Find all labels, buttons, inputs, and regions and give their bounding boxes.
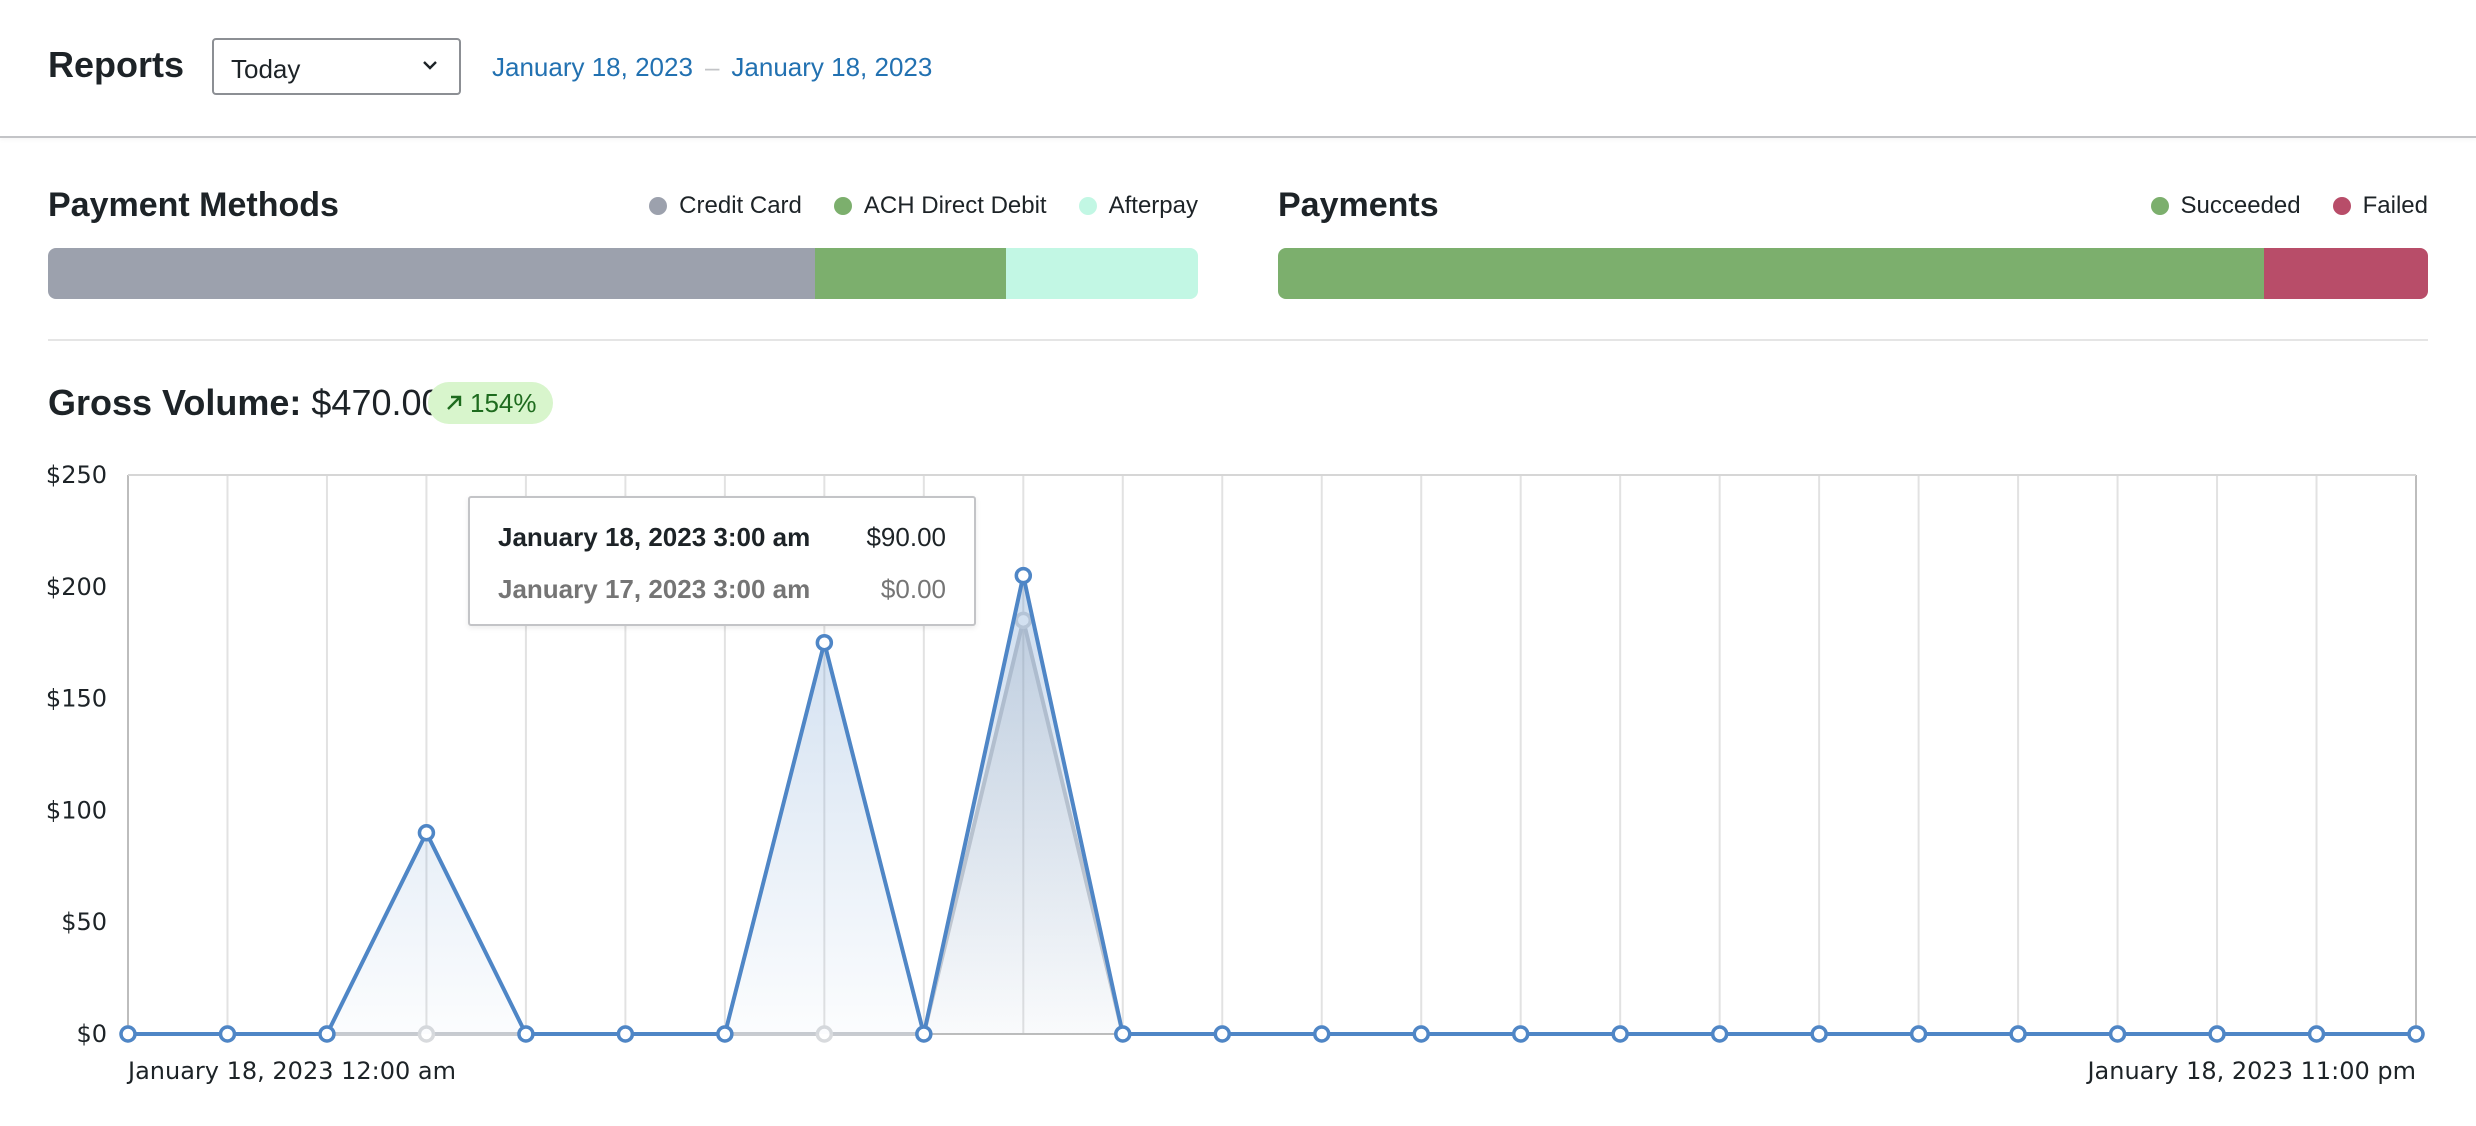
bar-segment[interactable] [1005,248,1198,299]
data-point[interactable] [218,1025,237,1043]
tooltip-previous-date: January 17, 2023 3:00 am [498,574,811,604]
data-point[interactable] [1909,1025,1928,1043]
legend-item: Failed [2332,192,2428,220]
tooltip-current-row: January 18, 2023 3:00 am $90.00 [498,522,946,553]
data-point[interactable] [2407,1025,2425,1043]
data-point[interactable] [616,1025,635,1043]
tooltip-previous-value: $0.00 [880,574,946,604]
date-range: January 18, 2023– January 18, 2023 [492,52,932,83]
legend-dot-icon [1078,197,1097,215]
date-start-link[interactable]: January 18, 2023 [492,52,693,82]
y-tick-label: $250 [46,461,107,489]
data-point[interactable] [517,1025,535,1043]
chart-tooltip: January 18, 2023 3:00 am $90.00 January … [468,496,976,626]
data-point[interactable] [1511,1025,1530,1043]
payments-bar [1278,248,2428,299]
bar-segment[interactable] [48,248,816,299]
legend-label: Credit Card [679,192,802,219]
chevron-down-icon [423,61,437,70]
tooltip-current-date: January 18, 2023 3:00 am [498,522,811,552]
legend-item: ACH Direct Debit [833,192,1047,220]
date-range-select[interactable]: Today [212,38,461,95]
legend-dot-icon [649,197,668,215]
data-point[interactable] [2307,1025,2326,1043]
gross-volume-chart: $0 $50 $100 $150 $200 $250 January 18, 2023 1… [46,461,2425,1085]
legend-label: Succeeded [2180,192,2301,219]
legend-label: Afterpay [1108,192,1198,219]
payments-title: Payments [1278,186,1439,224]
x-axis-start-label: January 18, 2023 12:00 am [126,1057,456,1085]
y-tick-label: $200 [46,573,107,601]
data-point[interactable] [2208,1025,2226,1043]
change-badge: 154% [428,382,553,424]
y-tick-label: $50 [61,908,107,936]
x-axis-end-label: January 18, 2023 11:00 pm [2085,1057,2416,1085]
payments-legend: Succeeded Failed [2150,192,2428,220]
date-range-select-value: Today [231,54,301,84]
payment-methods-legend: Credit Card ACH Direct Debit Afterpay [649,192,1198,220]
legend-item: Succeeded [2150,192,2301,220]
data-point[interactable] [815,633,834,652]
arrow-up-right-icon [447,395,462,410]
y-tick-label: $150 [46,685,107,713]
data-point[interactable] [716,1025,734,1043]
data-point[interactable] [1114,1025,1132,1043]
tooltip-previous-row: January 17, 2023 3:00 am $0.00 [498,574,946,605]
data-point[interactable] [1014,566,1033,585]
tooltip-current-value: $90.00 [866,522,946,552]
gross-volume-heading: Gross Volume: $470.00 [48,382,442,424]
reports-header: Reports Today January 18, 2023– January 1… [0,0,2476,138]
date-end-link[interactable]: January 18, 2023 [731,52,932,82]
bar-segment[interactable] [1278,248,2264,299]
legend-dot-icon [833,197,852,215]
bar-segment[interactable] [2263,248,2428,299]
data-point[interactable] [1810,1025,1828,1043]
data-point[interactable] [119,1025,137,1043]
change-percent: 154% [470,387,537,418]
data-point[interactable] [1412,1025,1430,1043]
page-title: Reports [48,44,185,85]
data-point[interactable] [1312,1025,1331,1043]
data-point[interactable] [417,824,436,842]
gross-volume-value: $470.00 [311,382,442,423]
gross-volume-label: Gross Volume: [48,382,302,423]
payment-methods-bar [48,248,1198,299]
data-point[interactable] [318,1025,336,1043]
bar-segment[interactable] [815,248,1006,299]
y-tick-label: $0 [76,1020,107,1048]
legend-label: Failed [2362,192,2428,219]
legend-label: ACH Direct Debit [863,192,1047,219]
legend-item: Afterpay [1078,192,1198,220]
data-point[interactable] [915,1025,933,1043]
data-point[interactable] [2009,1025,2027,1043]
data-point[interactable] [1213,1025,1232,1043]
section-divider [48,339,2428,341]
legend-dot-icon [2150,197,2169,215]
data-point[interactable] [1710,1025,1729,1043]
payment-methods-title: Payment Methods [48,186,339,224]
legend-item: Credit Card [649,192,802,220]
data-point[interactable] [2108,1025,2127,1043]
date-separator: – [704,52,720,82]
series-area-current [128,575,2416,1034]
data-point[interactable] [1611,1025,1629,1043]
y-tick-label: $100 [46,796,107,824]
legend-dot-icon [2332,197,2351,215]
